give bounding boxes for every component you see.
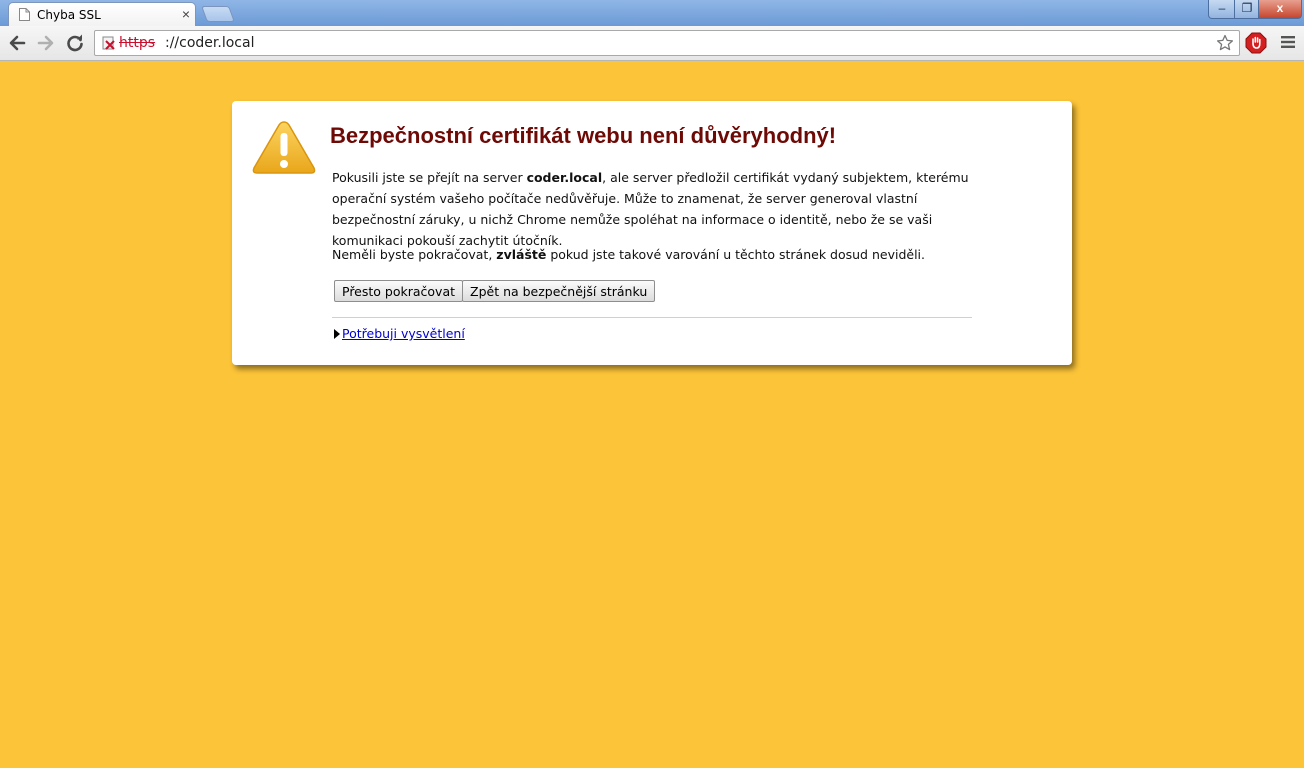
server-hostname: coder.local [526, 170, 603, 185]
restore-icon: ❐ [1241, 1, 1253, 15]
new-tab-button[interactable] [201, 6, 235, 22]
close-icon: x [1276, 1, 1284, 15]
minimize-icon: – [1218, 1, 1226, 15]
close-window-button[interactable]: x [1258, 0, 1302, 19]
url-scheme: https [119, 35, 156, 51]
explanation-paragraph: Pokusili jste se přejít na server coder.… [332, 167, 972, 251]
reload-icon[interactable] [64, 32, 86, 54]
forward-arrow-icon[interactable] [35, 32, 57, 54]
advice-text-end: pokud jste takové varování u těchto strá… [546, 247, 925, 262]
address-bar[interactable]: https ://coder.local [94, 30, 1240, 56]
help-me-understand-link[interactable]: Potřebuji vysvětlení [342, 326, 465, 341]
stop-hand-extension-icon[interactable] [1245, 32, 1267, 54]
tab-active[interactable]: Chyba SSL × [8, 2, 196, 27]
minimize-button[interactable]: – [1208, 0, 1236, 19]
window-titlebar: Chyba SSL × – ❐ x [0, 0, 1304, 27]
advice-text-start: Neměli byste pokračovat, [332, 247, 497, 262]
restore-button[interactable]: ❐ [1234, 0, 1260, 19]
details-expander[interactable]: Potřebuji vysvětlení [334, 326, 465, 341]
ssl-warning-card: Bezpečnostní certifikát webu není důvěry… [232, 101, 1072, 365]
page-icon [19, 8, 30, 21]
bookmark-star-icon[interactable] [1216, 34, 1234, 52]
advice-emphasis: zvláště [496, 247, 547, 262]
explanation-text-start: Pokusili jste se přejít na server [332, 170, 527, 185]
divider [332, 317, 972, 318]
broken-lock-icon [102, 36, 115, 50]
warning-triangle-icon [252, 121, 316, 174]
back-arrow-icon[interactable] [6, 32, 28, 54]
page-title: Bezpečnostní certifikát webu není důvěry… [330, 123, 837, 148]
url-host: ://coder.local [165, 35, 255, 51]
menu-icon[interactable] [1280, 35, 1296, 49]
expand-triangle-icon[interactable] [334, 329, 340, 339]
tab-title: Chyba SSL [37, 8, 101, 22]
back-to-safety-button[interactable]: Zpět na bezpečnější stránku [462, 280, 656, 302]
advice-paragraph: Neměli byste pokračovat, zvláště pokud j… [332, 244, 972, 265]
proceed-anyway-button[interactable]: Přesto pokračovat [334, 280, 464, 302]
tab-close-icon[interactable]: × [182, 6, 190, 22]
browser-toolbar: https ://coder.local [0, 26, 1304, 61]
